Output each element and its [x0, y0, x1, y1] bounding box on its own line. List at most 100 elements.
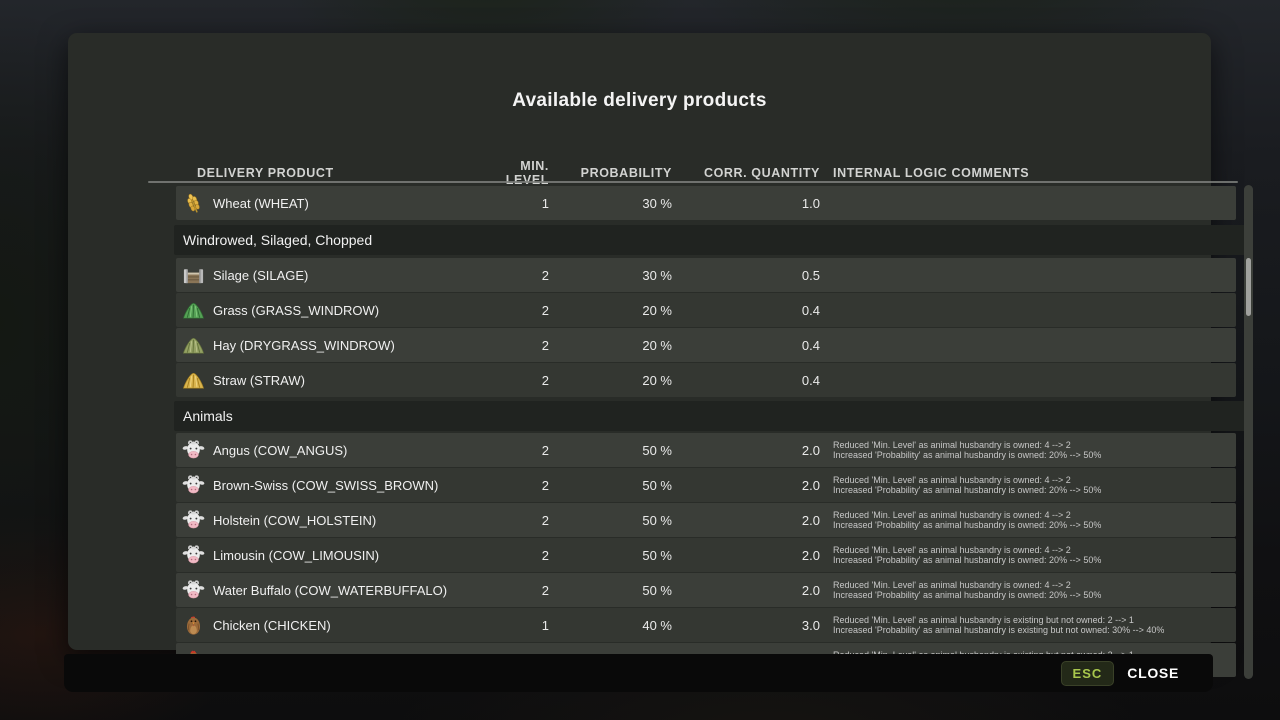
hay-icon	[182, 334, 205, 357]
esc-key-badge: ESC	[1061, 661, 1115, 686]
comment-line: Increased 'Probability' as animal husban…	[833, 555, 1236, 566]
chicken-icon	[182, 614, 205, 637]
table-row[interactable]: Water Buffalo (COW_WATERBUFFALO) 2 50 % …	[176, 573, 1236, 607]
table-row[interactable]: Limousin (COW_LIMOUSIN) 2 50 % 2.0 Reduc…	[176, 538, 1236, 572]
probability-value: 50 %	[549, 548, 672, 563]
product-label: Grass (GRASS_WINDROW)	[213, 303, 379, 318]
corr-quantity-value: 0.4	[672, 303, 820, 318]
corr-quantity-value: 2.0	[672, 513, 820, 528]
section-header-row: Windrowed, Silaged, Chopped	[174, 225, 1249, 255]
probability-value: 50 %	[549, 443, 672, 458]
product-label: Hay (DRYGRASS_WINDROW)	[213, 338, 395, 353]
min-level-value: 1	[476, 618, 549, 633]
product-cell: Brown-Swiss (COW_SWISS_BROWN)	[176, 474, 476, 497]
corr-quantity-value: 2.0	[672, 583, 820, 598]
product-cell: Angus (COW_ANGUS)	[176, 439, 476, 462]
internal-logic-comments: Reduced 'Min. Level' as animal husbandry…	[833, 580, 1236, 601]
comment-line: Increased 'Probability' as animal husban…	[833, 485, 1236, 496]
product-cell: Wheat (WHEAT)	[176, 192, 476, 215]
probability-value: 40 %	[549, 618, 672, 633]
min-level-value: 2	[476, 303, 549, 318]
min-level-value: 2	[476, 548, 549, 563]
wheat-icon	[182, 192, 205, 215]
cow-icon	[182, 439, 205, 462]
table-row[interactable]: Straw (STRAW) 2 20 % 0.4	[176, 363, 1236, 397]
section-label: Windrowed, Silaged, Chopped	[183, 232, 372, 248]
product-label: Chicken (CHICKEN)	[213, 618, 331, 633]
product-cell: Grass (GRASS_WINDROW)	[176, 299, 476, 322]
table-row[interactable]: Hay (DRYGRASS_WINDROW) 2 20 % 0.4	[176, 328, 1236, 362]
probability-value: 50 %	[549, 478, 672, 493]
section-header-row: Animals	[174, 401, 1249, 431]
product-label: Brown-Swiss (COW_SWISS_BROWN)	[213, 478, 438, 493]
comment-line: Reduced 'Min. Level' as animal husbandry…	[833, 440, 1236, 451]
section-label: Animals	[183, 408, 233, 424]
corr-quantity-value: 3.0	[672, 618, 820, 633]
comment-line: Reduced 'Min. Level' as animal husbandry…	[833, 475, 1236, 486]
min-level-value: 2	[476, 373, 549, 388]
table-body: Wheat (WHEAT) 1 30 % 1.0 Windrowed, Sila…	[176, 186, 1236, 678]
probability-value: 30 %	[549, 196, 672, 211]
corr-quantity-value: 2.0	[672, 478, 820, 493]
min-level-value: 2	[476, 478, 549, 493]
page-title: Available delivery products	[68, 90, 1211, 112]
comment-line: Reduced 'Min. Level' as animal husbandry…	[833, 615, 1236, 626]
comment-line: Increased 'Probability' as animal husban…	[833, 520, 1236, 531]
corr-quantity-value: 2.0	[672, 443, 820, 458]
corr-quantity-value: 0.4	[672, 338, 820, 353]
comment-line: Increased 'Probability' as animal husban…	[833, 625, 1236, 636]
close-button[interactable]: ESC CLOSE	[1061, 661, 1179, 686]
table-row[interactable]: Brown-Swiss (COW_SWISS_BROWN) 2 50 % 2.0…	[176, 468, 1236, 502]
product-label: Water Buffalo (COW_WATERBUFFALO)	[213, 583, 447, 598]
column-header-probability: PROBABILITY	[549, 166, 672, 180]
cow-icon	[182, 579, 205, 602]
product-cell: Water Buffalo (COW_WATERBUFFALO)	[176, 579, 476, 602]
product-label: Holstein (COW_HOLSTEIN)	[213, 513, 376, 528]
corr-quantity-value: 1.0	[672, 196, 820, 211]
close-button-label: CLOSE	[1127, 665, 1179, 681]
grass-icon	[182, 299, 205, 322]
table-row[interactable]: Angus (COW_ANGUS) 2 50 % 2.0 Reduced 'Mi…	[176, 433, 1236, 467]
comment-line: Reduced 'Min. Level' as animal husbandry…	[833, 545, 1236, 556]
cow-icon	[182, 474, 205, 497]
cow-icon	[182, 544, 205, 567]
product-label: Silage (SILAGE)	[213, 268, 308, 283]
scrollbar-track[interactable]	[1244, 185, 1253, 679]
cow-icon	[182, 509, 205, 532]
product-cell: Silage (SILAGE)	[176, 264, 476, 287]
comment-line: Increased 'Probability' as animal husban…	[833, 450, 1236, 461]
header-divider	[148, 181, 1238, 183]
product-cell: Straw (STRAW)	[176, 369, 476, 392]
comment-line: Reduced 'Min. Level' as animal husbandry…	[833, 510, 1236, 521]
min-level-value: 2	[476, 268, 549, 283]
internal-logic-comments: Reduced 'Min. Level' as animal husbandry…	[833, 440, 1236, 461]
comment-line: Increased 'Probability' as animal husban…	[833, 590, 1236, 601]
table-row[interactable]: Grass (GRASS_WINDROW) 2 20 % 0.4	[176, 293, 1236, 327]
available-delivery-products-dialog: Available delivery products DELIVERY PRO…	[68, 33, 1211, 650]
product-cell: Chicken (CHICKEN)	[176, 614, 476, 637]
min-level-value: 1	[476, 196, 549, 211]
probability-value: 20 %	[549, 303, 672, 318]
table-row[interactable]: Silage (SILAGE) 2 30 % 0.5	[176, 258, 1236, 292]
product-label: Straw (STRAW)	[213, 373, 305, 388]
internal-logic-comments: Reduced 'Min. Level' as animal husbandry…	[833, 475, 1236, 496]
footer-bar: ESC CLOSE	[64, 654, 1213, 692]
product-label: Wheat (WHEAT)	[213, 196, 309, 211]
corr-quantity-value: 2.0	[672, 548, 820, 563]
column-header-internal-logic-comments: INTERNAL LOGIC COMMENTS	[833, 166, 1236, 180]
probability-value: 50 %	[549, 513, 672, 528]
column-header-delivery-product: DELIVERY PRODUCT	[176, 166, 476, 180]
probability-value: 20 %	[549, 373, 672, 388]
product-cell: Hay (DRYGRASS_WINDROW)	[176, 334, 476, 357]
min-level-value: 2	[476, 583, 549, 598]
corr-quantity-value: 0.4	[672, 373, 820, 388]
min-level-value: 2	[476, 443, 549, 458]
scrollbar-thumb[interactable]	[1246, 258, 1251, 316]
product-label: Limousin (COW_LIMOUSIN)	[213, 548, 379, 563]
product-cell: Holstein (COW_HOLSTEIN)	[176, 509, 476, 532]
straw-icon	[182, 369, 205, 392]
table-row[interactable]: Chicken (CHICKEN) 1 40 % 3.0 Reduced 'Mi…	[176, 608, 1236, 642]
probability-value: 20 %	[549, 338, 672, 353]
table-row[interactable]: Wheat (WHEAT) 1 30 % 1.0	[176, 186, 1236, 220]
table-row[interactable]: Holstein (COW_HOLSTEIN) 2 50 % 2.0 Reduc…	[176, 503, 1236, 537]
